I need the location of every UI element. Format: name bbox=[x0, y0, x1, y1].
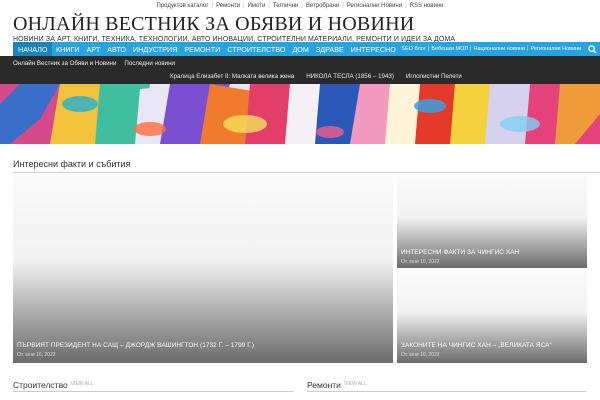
top-link-windshields[interactable]: Ветробрани bbox=[303, 3, 342, 9]
card-date: От. юни 10, 2022 bbox=[401, 352, 440, 358]
nav-item-books[interactable]: КНИГИ bbox=[52, 42, 83, 56]
category-divider bbox=[307, 391, 587, 392]
category-heading-repairs: Ремонти VIEW ALL bbox=[307, 380, 367, 390]
site-title[interactable]: ОНЛАЙН ВЕСТНИК ЗА ОБЯВИ И НОВИНИ bbox=[13, 13, 593, 35]
site-header: ОНЛАЙН ВЕСТНИК ЗА ОБЯВИ И НОВИНИ НОВИНИ … bbox=[13, 13, 593, 44]
category-title[interactable]: Строителство bbox=[13, 380, 68, 390]
nav-item-home[interactable]: НАЧАЛО bbox=[13, 42, 53, 56]
secondary-nav-row: Кралица Елизабет II: Малката велика жена… bbox=[170, 73, 462, 80]
nav-item-seo-blog[interactable]: SEO блог bbox=[399, 42, 427, 56]
nav-item-home-decor[interactable]: ДОМ bbox=[289, 42, 312, 56]
featured-card-small[interactable]: ИНТЕРЕСНИ ФАКТИ ЗА ЧИНГИС ХАН От. юни 10… bbox=[397, 176, 587, 268]
subnav-link-queen-elizabeth[interactable]: Кралица Елизабет II: Малката велика жена bbox=[170, 73, 294, 80]
card-image bbox=[13, 176, 393, 363]
card-title[interactable]: ПЪРВИЯТ ПРЕЗИДЕНТ НА САЩ – ДЖОРДЖ ВАШИНГ… bbox=[17, 342, 254, 349]
card-date: От. юни 10, 2022 bbox=[401, 259, 440, 265]
main-navigation: НАЧАЛО КНИГИ АРТ АВТО ИНДУСТРИЯ РЕМОНТИ … bbox=[13, 42, 600, 56]
top-link-rss-news[interactable]: RSS новини bbox=[407, 3, 447, 9]
search-icon bbox=[587, 44, 597, 54]
card-title[interactable]: ИНТЕРЕСНИ ФАКТИ ЗА ЧИНГИС ХАН bbox=[401, 249, 519, 256]
card-date: От. юни 16, 2022 bbox=[17, 352, 56, 358]
nav-item-industry[interactable]: ИНДУСТРИЯ bbox=[130, 42, 181, 56]
nav-item-construction[interactable]: СТРОИТЕЛСТВО bbox=[224, 42, 289, 56]
top-link-properties[interactable]: Имоти bbox=[245, 3, 269, 9]
section-title: Интересни факти и събития bbox=[13, 159, 131, 169]
section-divider bbox=[13, 172, 600, 173]
nav-item-baby-mall[interactable]: Бебешки МОЛ bbox=[429, 42, 470, 56]
subnav-link-pellets[interactable]: Иглолистни Пелети bbox=[406, 73, 462, 80]
top-link-repairs[interactable]: Ремонти bbox=[213, 3, 243, 9]
top-link-regional-news[interactable]: Регионални Новини bbox=[344, 3, 405, 9]
subnav-link-home[interactable]: Онлайн Вестник за Обяви и Новини bbox=[13, 60, 116, 67]
subnav-link-nikola-tesla[interactable]: НИКОЛА ТЕСЛА (1856 – 1943) bbox=[306, 73, 394, 80]
category-divider bbox=[13, 391, 293, 392]
nav-item-interesting[interactable]: ИНТЕРЕСНО bbox=[347, 42, 399, 56]
view-all-link[interactable]: VIEW ALL bbox=[71, 381, 94, 387]
card-title[interactable]: ЗАКОНИТЕ НА ЧИНГИС ХАН – „ВЕЛИКАТА ЯСА“ bbox=[401, 342, 552, 349]
secondary-nav-row: Онлайн Вестник за Обяви и Новини Последн… bbox=[13, 60, 175, 67]
secondary-navigation: Онлайн Вестник за Обяви и Новини Последн… bbox=[0, 56, 600, 84]
nav-item-art[interactable]: АРТ bbox=[83, 42, 104, 56]
paint-banner-image bbox=[0, 84, 600, 144]
featured-card-large[interactable]: ПЪРВИЯТ ПРЕЗИДЕНТ НА САЩ – ДЖОРДЖ ВАШИНГ… bbox=[13, 176, 393, 363]
search-button[interactable] bbox=[584, 42, 600, 56]
view-all-link[interactable]: VIEW ALL bbox=[344, 381, 367, 387]
category-heading-construction: Строителство VIEW ALL bbox=[13, 380, 94, 390]
nav-item-national-news[interactable]: Национални новини bbox=[472, 42, 527, 56]
top-utility-bar: Продуктов каталог | Ремонти | Имоти | Тегли… bbox=[0, 0, 600, 12]
subnav-link-latest-news[interactable]: Последни новини bbox=[124, 60, 175, 67]
nav-item-health[interactable]: ЗДРАВЕ bbox=[312, 42, 347, 56]
nav-item-repairs[interactable]: РЕМОНТИ bbox=[181, 42, 224, 56]
featured-card-small[interactable]: ЗАКОНИТЕ НА ЧИНГИС ХАН – „ВЕЛИКАТА ЯСА“ … bbox=[397, 271, 587, 363]
nav-item-auto[interactable]: АВТО bbox=[104, 42, 130, 56]
card-image bbox=[397, 271, 587, 363]
top-link-tow-bars[interactable]: Теглични bbox=[270, 3, 301, 9]
nav-item-regional-news[interactable]: Регионални Новини bbox=[529, 42, 584, 56]
category-title[interactable]: Ремонти bbox=[307, 380, 341, 390]
top-link-product-catalog[interactable]: Продуктов каталог bbox=[154, 3, 212, 9]
